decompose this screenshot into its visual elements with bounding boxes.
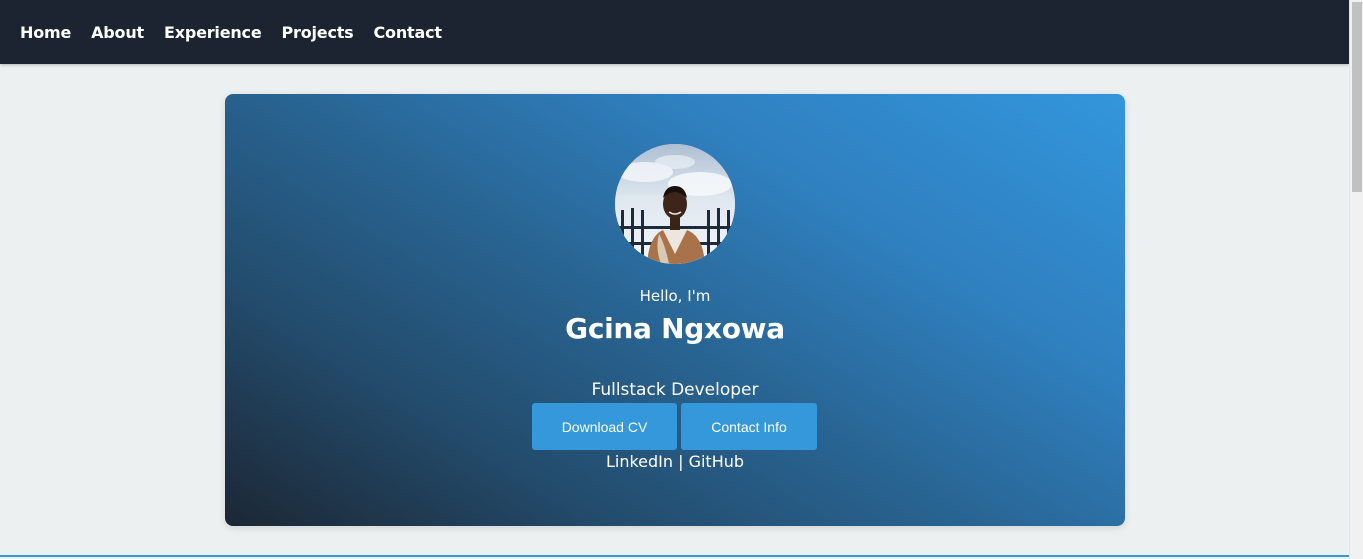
social-links: LinkedIn | GitHub <box>225 452 1125 471</box>
contact-info-button[interactable]: Contact Info <box>681 403 817 450</box>
download-cv-button[interactable]: Download CV <box>532 403 677 450</box>
role-text: Fullstack Developer <box>591 380 759 400</box>
linkedin-link[interactable]: LinkedIn <box>606 452 673 471</box>
top-navbar: Home About Experience Projects Contact <box>0 0 1349 64</box>
github-link[interactable]: GitHub <box>689 452 744 471</box>
social-separator: | <box>673 452 689 471</box>
hero-card: Hello, I'm Gcina Ngxowa Fullstack Develo… <box>225 94 1125 526</box>
greeting-text: Hello, I'm <box>639 287 711 305</box>
nav-link-home[interactable]: Home <box>20 23 71 42</box>
profile-name: Gcina Ngxowa <box>565 312 785 345</box>
nav-link-about[interactable]: About <box>91 23 144 42</box>
section-divider <box>0 555 1349 557</box>
page-scrollbar[interactable] <box>1349 0 1363 559</box>
scrollbar-thumb[interactable] <box>1352 2 1362 192</box>
nav-link-experience[interactable]: Experience <box>164 23 262 42</box>
nav-link-contact[interactable]: Contact <box>374 23 443 42</box>
profile-photo-illustration <box>615 144 735 264</box>
profile-avatar <box>615 144 735 264</box>
nav-link-projects[interactable]: Projects <box>282 23 354 42</box>
